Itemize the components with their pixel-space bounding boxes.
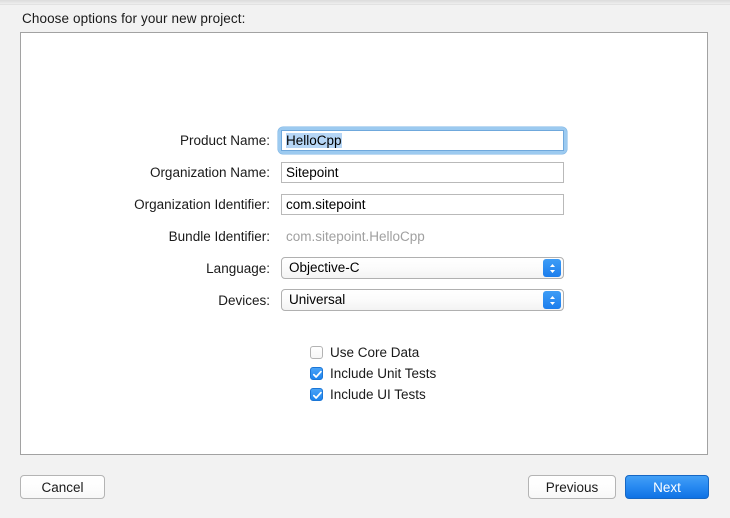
- product-name-value: HelloCpp: [286, 132, 342, 148]
- devices-popup-button[interactable]: Universal: [281, 289, 564, 311]
- language-value: Objective-C: [289, 260, 360, 275]
- form-row-product-name: Product Name: HelloCpp: [21, 125, 709, 155]
- checkbox-include-unit-tests[interactable]: Include Unit Tests: [310, 364, 436, 383]
- chevron-up-down-icon: [543, 291, 561, 309]
- product-name-input[interactable]: HelloCpp: [281, 129, 564, 151]
- organization-name-value: Sitepoint: [286, 164, 339, 180]
- form-row-bundle-identifier: Bundle Identifier: com.sitepoint.HelloCp…: [21, 221, 709, 251]
- language-label: Language:: [206, 260, 270, 276]
- checkbox-box[interactable]: [310, 367, 323, 380]
- product-name-label: Product Name:: [179, 132, 270, 148]
- checkmark-icon: [312, 391, 322, 399]
- organization-name-label: Organization Name:: [149, 164, 270, 180]
- checkbox-box[interactable]: [310, 346, 323, 359]
- organization-identifier-field-wrapper: com.sitepoint: [281, 193, 564, 215]
- checkbox-label: Use Core Data: [330, 345, 420, 360]
- language-popup-button[interactable]: Objective-C: [281, 257, 564, 279]
- window-titlebar-edge: [0, 0, 730, 5]
- form-row-organization-name: Organization Name: Sitepoint: [21, 157, 709, 187]
- checkbox-include-ui-tests[interactable]: Include UI Tests: [310, 385, 436, 404]
- form-row-devices: Devices: Universal: [21, 285, 709, 315]
- devices-label: Devices:: [218, 292, 270, 308]
- bundle-identifier-value: com.sitepoint.HelloCpp: [286, 228, 425, 244]
- dialog-prompt: Choose options for your new project:: [22, 11, 246, 26]
- organization-identifier-label: Organization Identifier:: [134, 196, 270, 212]
- bundle-identifier-label: Bundle Identifier:: [168, 228, 270, 244]
- organization-identifier-input[interactable]: com.sitepoint: [281, 193, 564, 215]
- form-row-organization-identifier: Organization Identifier: com.sitepoint: [21, 189, 709, 219]
- next-button[interactable]: Next: [625, 475, 709, 499]
- checkmark-icon: [312, 370, 322, 378]
- form-row-language: Language: Objective-C: [21, 253, 709, 283]
- options-form: Product Name: HelloCpp Organization Name…: [21, 125, 709, 317]
- checkbox-box[interactable]: [310, 388, 323, 401]
- organization-name-input[interactable]: Sitepoint: [281, 161, 564, 183]
- organization-name-field-wrapper: Sitepoint: [281, 161, 564, 183]
- product-name-field-wrapper: HelloCpp: [278, 126, 567, 154]
- cancel-button[interactable]: Cancel: [20, 475, 105, 499]
- options-checkbox-group: Use Core Data Include Unit Tests Include…: [310, 343, 436, 406]
- checkbox-use-core-data[interactable]: Use Core Data: [310, 343, 436, 362]
- options-panel: Product Name: HelloCpp Organization Name…: [20, 32, 708, 455]
- checkbox-label: Include UI Tests: [330, 387, 426, 402]
- previous-button[interactable]: Previous: [528, 475, 616, 499]
- devices-value: Universal: [289, 292, 346, 307]
- checkbox-label: Include Unit Tests: [330, 366, 437, 381]
- organization-identifier-value: com.sitepoint: [286, 196, 366, 212]
- chevron-up-down-icon: [543, 259, 561, 277]
